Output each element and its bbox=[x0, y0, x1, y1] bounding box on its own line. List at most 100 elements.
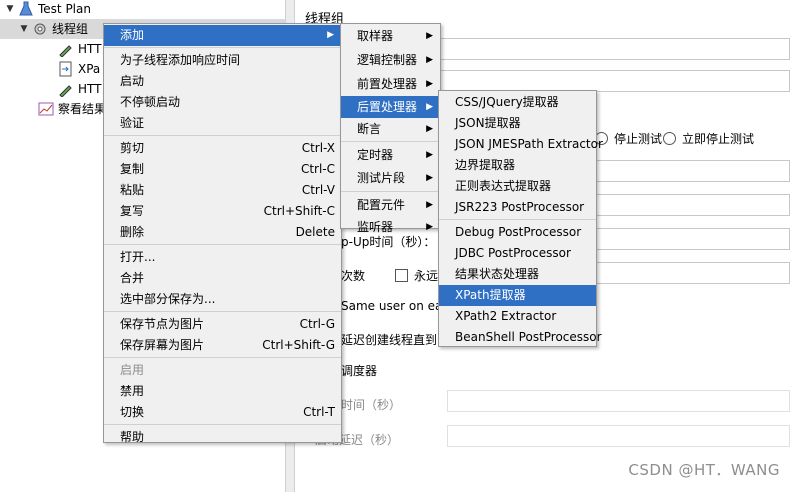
menu-item-result-status-handler[interactable]: 结果状态处理器 bbox=[439, 264, 596, 285]
menu-item-label: XPath提取器 bbox=[455, 288, 526, 302]
menu-item-validate[interactable]: 验证 bbox=[104, 113, 341, 134]
gear-icon bbox=[32, 21, 48, 37]
menu-separator bbox=[104, 135, 341, 136]
menu-item-delete[interactable]: 删除 Delete bbox=[104, 222, 341, 243]
menu-item-label: 断言 bbox=[357, 122, 382, 136]
menu-item-add[interactable]: 添加 ▶ bbox=[104, 25, 341, 46]
menu-item-cut[interactable]: 剪切 Ctrl-X bbox=[104, 138, 341, 159]
chart-icon bbox=[38, 101, 54, 117]
menu-item-label: 帮助 bbox=[120, 430, 145, 444]
menu-item-label: BeanShell PostProcessor bbox=[455, 330, 602, 344]
post-processor-submenu: CSS/JQuery提取器 JSON提取器 JSON JMESPath Extr… bbox=[438, 90, 603, 348]
menu-separator bbox=[104, 47, 341, 48]
menu-item-save-node-image[interactable]: 保存节点为图片 Ctrl-G bbox=[104, 314, 341, 335]
menu-item-json-extractor[interactable]: JSON提取器 bbox=[439, 113, 596, 134]
menu-item-help[interactable]: 帮助 bbox=[104, 427, 341, 448]
collapse-caret-icon[interactable]: ▼ bbox=[18, 19, 30, 39]
tree-node-xpath[interactable]: XPa bbox=[58, 59, 100, 79]
radio-label: 立即停止测试 bbox=[682, 132, 755, 146]
menu-item-post-processor[interactable]: 后置处理器 ▶ bbox=[341, 96, 440, 118]
menu-item-logic-controller[interactable]: 逻辑控制器 ▶ bbox=[341, 48, 440, 72]
menu-item-enable: 启用 bbox=[104, 360, 341, 381]
menu-item-disable[interactable]: 禁用 bbox=[104, 381, 341, 402]
tree-node-test-plan[interactable]: ▼ Test Plan bbox=[4, 0, 91, 19]
tree-node-view-results[interactable]: 察看结果 bbox=[38, 99, 106, 119]
menu-item-label: 合并 bbox=[120, 271, 145, 285]
menu-item-label: XPath2 Extractor bbox=[455, 309, 557, 323]
menu-separator bbox=[104, 311, 341, 312]
menu-item-label: 删除 bbox=[120, 225, 145, 239]
startup-delay-field[interactable] bbox=[447, 425, 790, 447]
menu-item-save-selection[interactable]: 选中部分保存为... bbox=[104, 289, 341, 310]
menu-item-listener[interactable]: 监听器 ▶ bbox=[341, 216, 440, 238]
menu-item-label: 为子线程添加响应时间 bbox=[120, 53, 241, 67]
checkbox-label: 永远 bbox=[414, 269, 439, 283]
menu-item-label: 复写 bbox=[120, 204, 145, 218]
menu-item-xpath-extractor[interactable]: XPath提取器 bbox=[439, 285, 596, 306]
submenu-arrow-icon: ▶ bbox=[426, 173, 433, 183]
menu-item-test-fragment[interactable]: 测试片段 ▶ bbox=[341, 166, 440, 190]
submenu-arrow-icon: ▶ bbox=[426, 79, 433, 89]
menu-item-start[interactable]: 启动 bbox=[104, 71, 341, 92]
menu-item-add-response-time[interactable]: 为子线程添加响应时间 bbox=[104, 50, 341, 71]
menu-item-merge[interactable]: 合并 bbox=[104, 268, 341, 289]
menu-item-label: 不停顿启动 bbox=[120, 95, 181, 109]
menu-item-jdbc-postprocessor[interactable]: JDBC PostProcessor bbox=[439, 243, 596, 264]
stop-now-radio[interactable]: 立即停止测试 bbox=[663, 130, 754, 147]
menu-item-toggle[interactable]: 切换 Ctrl-T bbox=[104, 402, 341, 423]
menu-item-copy[interactable]: 复制 Ctrl-C bbox=[104, 159, 341, 180]
menu-separator bbox=[104, 244, 341, 245]
shortcut-label: Ctrl-V bbox=[301, 183, 335, 197]
menu-item-label: 剪切 bbox=[120, 141, 145, 155]
menu-item-label: 切换 bbox=[120, 405, 145, 419]
submenu-arrow-icon: ▶ bbox=[426, 124, 433, 134]
menu-item-jsr223-postprocessor[interactable]: JSR223 PostProcessor bbox=[439, 197, 596, 218]
comment-field[interactable] bbox=[435, 70, 790, 92]
menu-item-start-no-pause[interactable]: 不停顿启动 bbox=[104, 92, 341, 113]
tree-label: XPa bbox=[78, 62, 101, 76]
menu-item-save-screen-image[interactable]: 保存屏幕为图片 Ctrl+Shift-G bbox=[104, 335, 341, 356]
shortcut-label: Ctrl-X bbox=[301, 141, 335, 155]
menu-item-timer[interactable]: 定时器 ▶ bbox=[341, 144, 440, 166]
duration-field[interactable] bbox=[447, 390, 790, 412]
menu-item-css-jquery-extractor[interactable]: CSS/JQuery提取器 bbox=[439, 92, 596, 113]
shortcut-label: Ctrl+Shift-G bbox=[262, 338, 335, 352]
scheduler-label: 调度器 bbox=[341, 364, 378, 378]
menu-item-label: 前置处理器 bbox=[357, 77, 418, 91]
menu-item-debug-postprocessor[interactable]: Debug PostProcessor bbox=[439, 222, 596, 243]
watermark: CSDN @HT．WANG bbox=[628, 461, 780, 479]
menu-item-sampler[interactable]: 取样器 ▶ bbox=[341, 24, 440, 48]
menu-item-jmespath-extractor[interactable]: JSON JMESPath Extractor bbox=[439, 134, 603, 155]
menu-item-beanshell-postprocessor[interactable]: BeanShell PostProcessor bbox=[439, 327, 602, 348]
menu-item-paste[interactable]: 粘贴 Ctrl-V bbox=[104, 180, 341, 201]
radio-label: 停止测试 bbox=[614, 132, 663, 146]
tree-node-http-request[interactable]: HTT bbox=[58, 39, 101, 59]
collapse-caret-icon[interactable]: ▼ bbox=[4, 0, 16, 19]
menu-item-label: 打开... bbox=[120, 250, 156, 264]
menu-item-pre-processor[interactable]: 前置处理器 ▶ bbox=[341, 72, 440, 96]
tree-label: HTT bbox=[78, 82, 102, 96]
submenu-arrow-icon: ▶ bbox=[426, 200, 433, 210]
menu-item-boundary-extractor[interactable]: 边界提取器 bbox=[439, 155, 596, 176]
menu-item-label: JDBC PostProcessor bbox=[455, 246, 571, 260]
menu-item-label: 保存节点为图片 bbox=[120, 317, 205, 331]
menu-item-label: 保存屏幕为图片 bbox=[120, 338, 205, 352]
shortcut-label: Ctrl+Shift-C bbox=[263, 204, 335, 218]
name-field[interactable] bbox=[435, 38, 790, 60]
document-icon bbox=[58, 61, 74, 77]
menu-item-label: 配置元件 bbox=[357, 198, 406, 212]
menu-item-open[interactable]: 打开... bbox=[104, 247, 341, 268]
menu-separator bbox=[104, 424, 341, 425]
menu-item-duplicate[interactable]: 复写 Ctrl+Shift-C bbox=[104, 201, 341, 222]
menu-item-config-element[interactable]: 配置元件 ▶ bbox=[341, 194, 440, 216]
shortcut-label: Delete bbox=[295, 225, 335, 239]
menu-item-xpath2-extractor[interactable]: XPath2 Extractor bbox=[439, 306, 596, 327]
forever-checkbox[interactable]: 永远 bbox=[395, 267, 438, 284]
loop-count-label: 次数 bbox=[341, 269, 366, 283]
menu-item-regex-extractor[interactable]: 正则表达式提取器 bbox=[439, 176, 596, 197]
menu-item-assertion[interactable]: 断言 ▶ bbox=[341, 118, 440, 140]
tree-node-http-request[interactable]: HTT bbox=[58, 79, 101, 99]
stop-test-radio[interactable]: 停止测试 bbox=[595, 130, 662, 147]
menu-separator bbox=[104, 357, 341, 358]
checkbox-icon bbox=[395, 269, 408, 282]
